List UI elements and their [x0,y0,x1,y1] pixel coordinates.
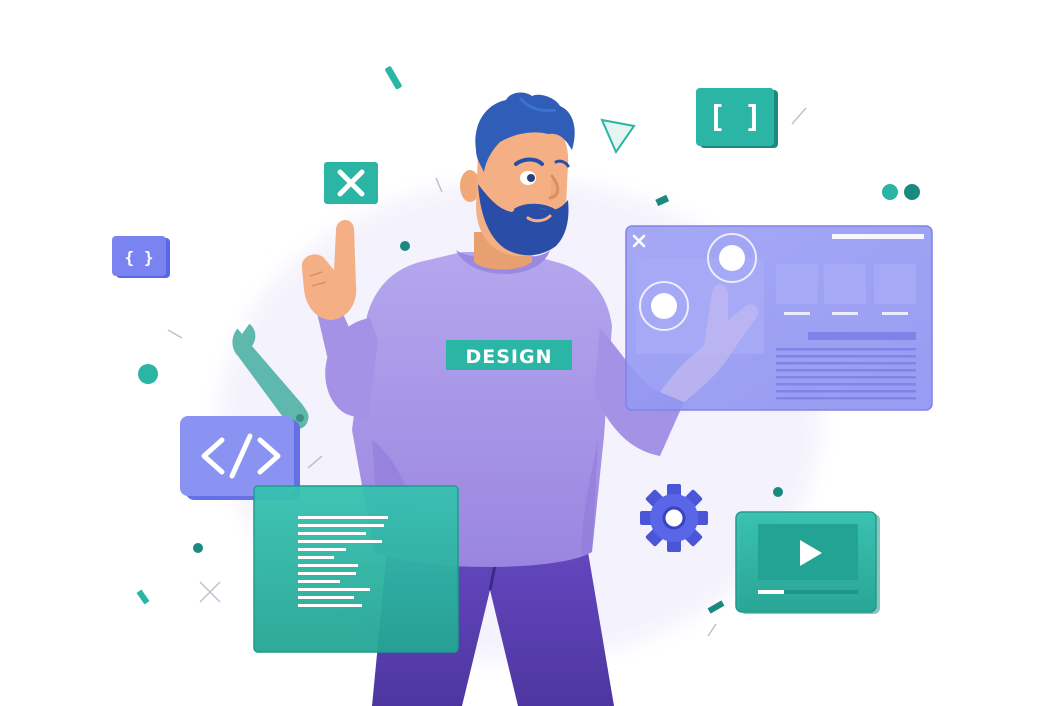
bracket-large-text: [ ] [708,100,762,135]
design-badge: DESIGN [446,340,572,370]
panel-thumb-1 [776,264,818,304]
developer-illustration: { } [ ] DESIGN [112,66,933,706]
bracket-small-text: { } [125,248,154,267]
video-player-card [735,511,880,614]
gear-icon [640,484,708,552]
code-document-panel [253,485,459,653]
panel-thumb-3 [874,264,916,304]
design-badge-text: DESIGN [465,346,552,368]
touch-dot-1 [719,245,745,271]
panel-thumb-2 [824,264,866,304]
video-progress-fill [758,590,784,594]
illustration-canvas: { } [ ] DESIGN [0,0,1060,706]
bracket-card-large: [ ] [696,88,778,148]
close-card [324,162,378,204]
touch-dot-2 [651,293,677,319]
bracket-card-small: { } [112,236,170,278]
panel-title-bar [832,234,924,239]
